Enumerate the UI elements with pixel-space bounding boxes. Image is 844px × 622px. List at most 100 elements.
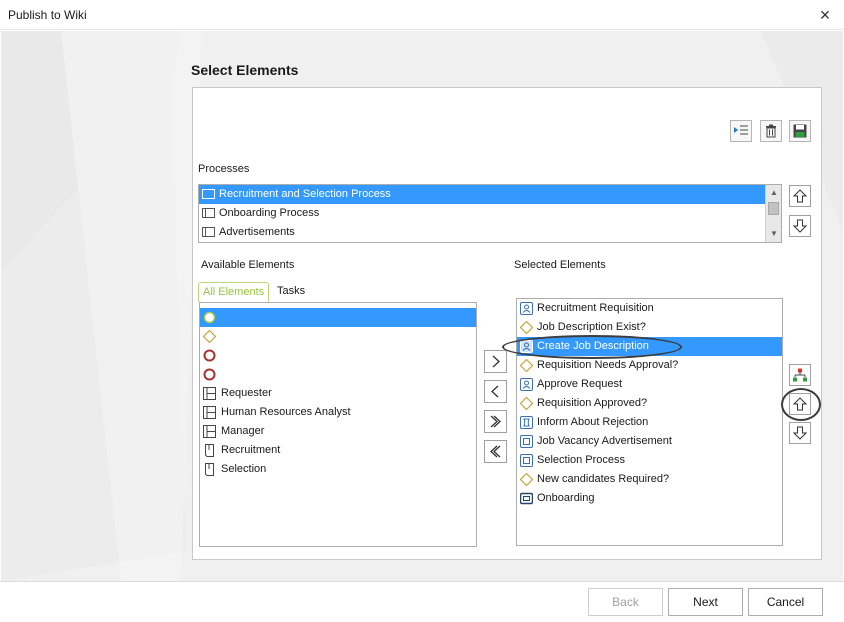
scroll-down-icon[interactable]: ▼	[766, 226, 781, 242]
move-down-button[interactable]	[789, 422, 811, 444]
gateway-icon	[520, 397, 533, 410]
process-move-down-button[interactable]	[789, 215, 811, 237]
list-item-label: Requisition Approved?	[537, 397, 648, 409]
scroll-up-icon[interactable]: ▲	[766, 185, 781, 201]
cancel-button[interactable]: Cancel	[748, 588, 823, 616]
list-item-label: Recruitment	[221, 444, 281, 456]
tab-tasks[interactable]: Tasks	[273, 282, 309, 302]
list-item[interactable]: Recruitment and Selection Process	[199, 185, 766, 204]
list-item[interactable]: Inform About Rejection	[517, 413, 782, 432]
back-button[interactable]: Back	[588, 588, 663, 616]
processes-label: Processes	[198, 163, 250, 175]
list-item-label: Selection Process	[537, 454, 626, 466]
call-activity-icon	[520, 492, 533, 505]
process-icon	[202, 189, 215, 199]
list-item-label: Recruitment and Selection Process	[219, 188, 391, 200]
double-chevron-right-icon	[490, 415, 501, 428]
chevron-right-icon	[492, 355, 500, 368]
scroll-thumb[interactable]	[768, 202, 779, 215]
list-item[interactable]: Onboarding Process	[199, 204, 766, 223]
lane-icon	[203, 406, 216, 419]
list-item[interactable]: Requisition Needs Approval?	[517, 356, 782, 375]
list-item-label: Approve Request	[537, 378, 622, 390]
list-item[interactable]: Requester	[200, 384, 476, 403]
indent-icon	[734, 125, 748, 135]
list-item[interactable]: Recruitment	[200, 441, 476, 460]
chevron-left-icon	[491, 385, 499, 398]
double-chevron-left-icon	[490, 445, 501, 458]
list-item[interactable]: Human Resources Analyst	[200, 403, 476, 422]
remove-all-button[interactable]	[484, 440, 507, 463]
user-task-icon	[520, 378, 533, 391]
end-event-icon	[203, 368, 216, 381]
list-item[interactable]: Manager	[200, 422, 476, 441]
processes-scrollbar[interactable]: ▲ ▼	[765, 185, 781, 242]
list-item-label: Inform About Rejection	[537, 416, 649, 428]
list-item[interactable]: Approve Request	[517, 375, 782, 394]
highlight-annotation	[502, 335, 682, 359]
list-item[interactable]	[200, 308, 476, 327]
add-element-button[interactable]	[484, 350, 507, 373]
process-move-up-button[interactable]	[789, 185, 811, 207]
start-event-icon	[203, 311, 216, 324]
list-item-label: Job Vacancy Advertisement	[537, 435, 672, 447]
list-item-label: Selection	[221, 463, 267, 475]
arrow-down-icon	[793, 219, 807, 233]
indent-button[interactable]	[730, 120, 752, 142]
list-item[interactable]: Job Description Exist?	[517, 318, 782, 337]
lane-icon	[203, 387, 216, 400]
delete-button[interactable]	[760, 120, 782, 142]
process-icon	[202, 227, 215, 237]
list-item[interactable]: Advertisements	[199, 223, 766, 242]
trash-icon	[766, 124, 776, 138]
gateway-icon	[520, 321, 533, 334]
processes-list[interactable]: Recruitment and Selection Process Onboar…	[198, 184, 782, 243]
list-item[interactable]: New candidates Required?	[517, 470, 782, 489]
available-elements-list[interactable]: Requester Human Resources Analyst Manage…	[199, 302, 477, 547]
list-item[interactable]	[200, 327, 476, 346]
list-item[interactable]	[200, 346, 476, 365]
highlight-annotation	[781, 388, 821, 421]
list-item-label: Requisition Needs Approval?	[537, 359, 679, 371]
list-item[interactable]: Selection	[200, 460, 476, 479]
process-icon	[202, 208, 215, 218]
tab-all-elements[interactable]: All Elements	[198, 282, 270, 302]
list-item-label: New candidates Required?	[537, 473, 670, 485]
list-item[interactable]: Selection Process	[517, 451, 782, 470]
next-button[interactable]: Next	[668, 588, 743, 616]
hierarchy-button[interactable]	[789, 364, 811, 386]
list-item-label: Human Resources Analyst	[221, 406, 351, 418]
list-item-label: Job Description Exist?	[537, 321, 646, 333]
list-item-label: Requester	[221, 387, 272, 399]
document-icon	[205, 444, 214, 457]
arrow-down-icon	[793, 426, 807, 440]
available-elements-label: Available Elements	[201, 259, 295, 271]
list-item[interactable]: Job Vacancy Advertisement	[517, 432, 782, 451]
add-all-button[interactable]	[484, 410, 507, 433]
title-bar: Publish to Wiki ×	[0, 0, 844, 30]
list-item[interactable]: Onboarding	[517, 489, 782, 508]
list-item-label: Onboarding Process	[219, 207, 320, 219]
subprocess-icon	[520, 435, 533, 448]
document-icon	[205, 463, 214, 476]
save-button[interactable]	[789, 120, 811, 142]
selected-elements-label: Selected Elements	[514, 259, 606, 271]
user-task-icon	[520, 302, 533, 315]
list-item[interactable]	[200, 365, 476, 384]
list-item-label: Advertisements	[219, 226, 295, 238]
arrow-up-icon	[793, 189, 807, 203]
save-icon	[793, 124, 807, 138]
list-item-label: Recruitment Requisition	[537, 302, 654, 314]
subprocess-icon	[520, 454, 533, 467]
list-item[interactable]: Recruitment Requisition	[517, 299, 782, 318]
page-title: Select Elements	[191, 62, 299, 78]
gateway-icon	[520, 473, 533, 486]
script-task-icon	[520, 416, 533, 429]
remove-element-button[interactable]	[484, 380, 507, 403]
list-item-label: Manager	[221, 425, 265, 437]
lane-icon	[203, 425, 216, 438]
list-item[interactable]: Requisition Approved?	[517, 394, 782, 413]
window-title: Publish to Wiki	[8, 8, 87, 22]
hierarchy-icon	[793, 368, 807, 382]
close-icon[interactable]: ×	[814, 4, 836, 26]
